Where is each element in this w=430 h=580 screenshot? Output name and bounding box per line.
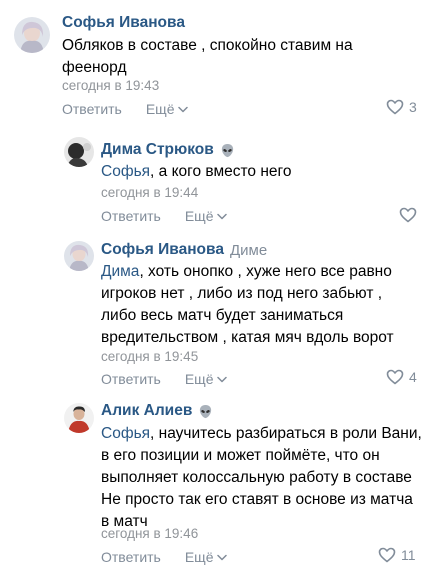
chevron-down-icon bbox=[177, 106, 188, 112]
comment-line: Не просто так его ставят в основе из мат… bbox=[101, 491, 413, 508]
reply-button[interactable]: Ответить bbox=[62, 101, 122, 117]
avatar[interactable] bbox=[64, 403, 94, 433]
like-count: 11 bbox=[401, 547, 416, 563]
comment-actions: Ответить Ещё bbox=[101, 208, 227, 224]
comment-actions: Ответить Ещё bbox=[101, 371, 227, 387]
author-name[interactable]: Алик Алиев bbox=[101, 402, 192, 420]
like-button[interactable]: 11 bbox=[378, 547, 416, 563]
like-count: 3 bbox=[409, 99, 417, 115]
heart-outline-icon bbox=[386, 369, 404, 385]
comment-1: Софья Иванова Обляков в составе , спокой… bbox=[0, 0, 430, 125]
like-count: 4 bbox=[409, 369, 417, 385]
comment-line-text: , хоть онопко , хуже него все равно bbox=[139, 263, 392, 280]
alien-emoji-icon bbox=[200, 404, 212, 418]
mention-link[interactable]: Софья bbox=[101, 425, 150, 442]
comment-3: Софья Иванова Диме Дима, хоть онопко , х… bbox=[0, 230, 430, 390]
heart-outline-icon bbox=[399, 207, 417, 223]
comment-2: Дима Стрюков Софья, а кого вместо него с… bbox=[0, 125, 430, 230]
avatar-image bbox=[64, 241, 94, 271]
more-button[interactable]: Ещё bbox=[185, 549, 227, 565]
heart-outline-icon bbox=[386, 99, 404, 115]
comment-actions: Ответить Ещё bbox=[101, 549, 227, 565]
comment-actions: Ответить Ещё bbox=[62, 101, 188, 117]
like-button[interactable] bbox=[399, 207, 417, 223]
mention-link[interactable]: Дима bbox=[101, 263, 139, 280]
comment-header: Алик Алиев bbox=[101, 402, 213, 420]
avatar-image bbox=[64, 403, 94, 433]
more-label: Ещё bbox=[184, 549, 214, 565]
comment-line: Софья, научитесь разбираться в роли Вани… bbox=[101, 423, 426, 445]
avatar[interactable] bbox=[64, 241, 94, 271]
comment-text: Обляков в составе , спокойно ставим на ф… bbox=[62, 35, 412, 79]
comment-header: Софья Иванова bbox=[62, 14, 185, 32]
alien-emoji-icon bbox=[221, 143, 233, 157]
comment-line: Софья, а кого вместо него bbox=[101, 161, 411, 183]
comment-header: Софья Иванова Диме bbox=[101, 241, 267, 259]
more-label: Ещё bbox=[184, 371, 214, 387]
mention-link[interactable]: Софья bbox=[101, 163, 150, 180]
avatar-image bbox=[64, 137, 94, 167]
author-name[interactable]: Дима Стрюков bbox=[101, 141, 214, 159]
timestamp[interactable]: сегодня в 19:44 bbox=[101, 185, 198, 200]
chevron-down-icon bbox=[216, 376, 227, 382]
avatar-image bbox=[14, 17, 50, 53]
comment-line: либо весь матч будет заниматься bbox=[101, 307, 344, 324]
comment-text: Софья, а кого вместо него bbox=[101, 161, 411, 183]
comment-text: Софья, научитесь разбираться в роли Вани… bbox=[101, 423, 426, 533]
chevron-down-icon bbox=[216, 213, 227, 219]
comment-line: игроков нет , либо из под него забьют , bbox=[101, 285, 383, 302]
comment-4: Алик Алиев Софья, научитесь разбираться … bbox=[0, 390, 430, 580]
reply-button[interactable]: Ответить bbox=[101, 208, 161, 224]
comment-line-text: , научитесь разбираться в роли Вани, bbox=[150, 425, 422, 442]
comment-line: в его позиции и может поймёте, что он bbox=[101, 447, 380, 464]
author-name[interactable]: Софья Иванова bbox=[62, 14, 185, 32]
comment-line: выполняет колоссальную работу в составе bbox=[101, 469, 412, 486]
comment-text: Дима, хоть онопко , хуже него все равно … bbox=[101, 261, 421, 349]
more-button[interactable]: Ещё bbox=[185, 371, 227, 387]
comment-line: феенорд bbox=[62, 59, 127, 76]
like-button[interactable]: 4 bbox=[386, 369, 417, 385]
comment-line: Дима, хоть онопко , хуже него все равно bbox=[101, 261, 421, 283]
reply-button[interactable]: Ответить bbox=[101, 371, 161, 387]
more-label: Ещё bbox=[184, 208, 214, 224]
more-button[interactable]: Ещё bbox=[146, 101, 188, 117]
like-button[interactable]: 3 bbox=[386, 99, 417, 115]
more-button[interactable]: Ещё bbox=[185, 208, 227, 224]
comment-line-text: , а кого вместо него bbox=[150, 163, 292, 180]
avatar[interactable] bbox=[64, 137, 94, 167]
chevron-down-icon bbox=[216, 554, 227, 560]
avatar[interactable] bbox=[14, 17, 50, 53]
more-label: Ещё bbox=[145, 101, 175, 117]
reply-to-name[interactable]: Диме bbox=[230, 242, 267, 259]
timestamp[interactable]: сегодня в 19:45 bbox=[101, 349, 198, 364]
heart-outline-icon bbox=[378, 547, 396, 563]
timestamp[interactable]: сегодня в 19:43 bbox=[62, 78, 159, 93]
comment-header: Дима Стрюков bbox=[101, 141, 235, 159]
timestamp[interactable]: сегодня в 19:46 bbox=[101, 526, 198, 541]
author-name[interactable]: Софья Иванова bbox=[101, 241, 224, 259]
comment-line: Обляков в составе , спокойно ставим на bbox=[62, 37, 353, 54]
comment-line: вредительством , катая мяч вдоль ворот bbox=[101, 329, 394, 346]
reply-button[interactable]: Ответить bbox=[101, 549, 161, 565]
